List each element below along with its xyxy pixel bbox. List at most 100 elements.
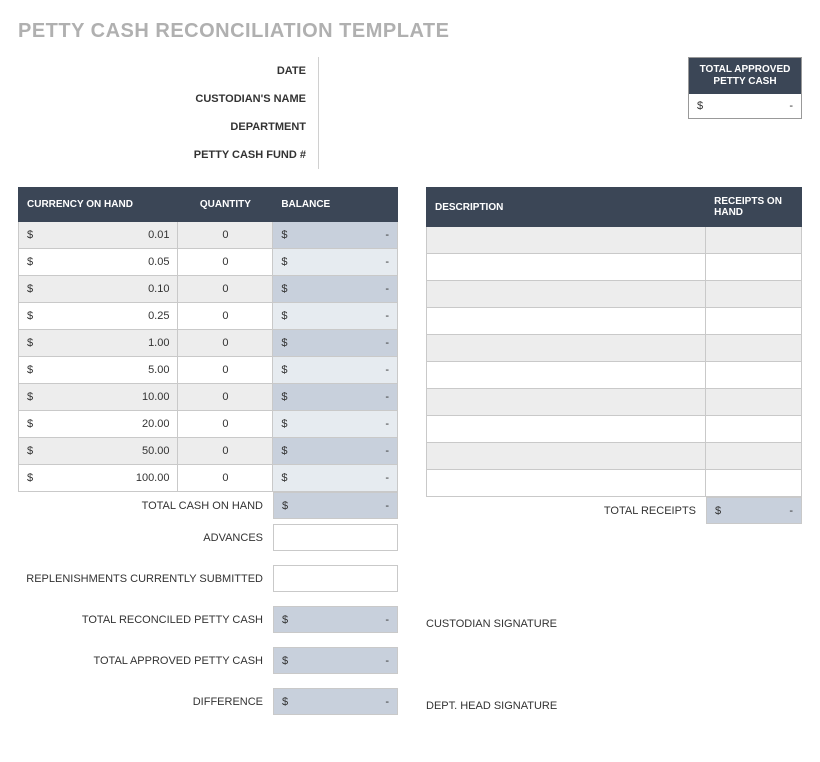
reconciled-row: TOTAL RECONCILED PETTY CASH $ - [18, 606, 398, 633]
custodian-label: CUSTODIAN'S NAME [18, 93, 318, 105]
currency-qty[interactable]: 0 [178, 384, 273, 411]
receipt-description[interactable] [427, 416, 706, 443]
receipt-amount[interactable] [706, 443, 802, 470]
meta-block: DATE CUSTODIAN'S NAME DEPARTMENT PETTY C… [18, 57, 428, 169]
receipt-amount[interactable] [706, 281, 802, 308]
table-row [427, 254, 802, 281]
total-receipts-label: TOTAL RECEIPTS [604, 505, 706, 517]
currency-balance: $- [273, 330, 398, 357]
currency-denom: $0.05 [19, 249, 178, 276]
replenishments-row: REPLENISHMENTS CURRENTLY SUBMITTED [18, 565, 398, 592]
receipt-description[interactable] [427, 254, 706, 281]
currency-qty[interactable]: 0 [178, 249, 273, 276]
advances-input[interactable] [273, 524, 398, 551]
currency-balance: $- [273, 276, 398, 303]
total-cash-value: $ - [273, 492, 398, 519]
receipt-description[interactable] [427, 335, 706, 362]
table-row: $5.000$- [19, 357, 398, 384]
dept-head-signature-label: DEPT. HEAD SIGNATURE [426, 689, 802, 716]
date-label: DATE [18, 65, 318, 77]
top-area: DATE CUSTODIAN'S NAME DEPARTMENT PETTY C… [18, 57, 802, 169]
department-input[interactable] [318, 113, 428, 141]
table-row [427, 362, 802, 389]
currency-denom: $0.01 [19, 222, 178, 249]
receipt-amount[interactable] [706, 254, 802, 281]
currency-denom: $10.00 [19, 384, 178, 411]
total-cash-label: TOTAL CASH ON HAND [18, 500, 273, 512]
currency-balance: $- [273, 465, 398, 492]
table-row: $0.100$- [19, 276, 398, 303]
header-quantity: QUANTITY [178, 188, 273, 222]
receipt-description[interactable] [427, 443, 706, 470]
meta-row-date: DATE [18, 57, 428, 85]
currency-denom: $20.00 [19, 411, 178, 438]
reconciled-value: $ - [273, 606, 398, 633]
header-balance: BALANCE [273, 188, 398, 222]
approved-box-header: TOTAL APPROVED PETTY CASH [689, 58, 801, 94]
approved-value: $ - [273, 647, 398, 674]
custodian-input[interactable] [318, 85, 428, 113]
advances-row: ADVANCES [18, 524, 398, 551]
currency-qty[interactable]: 0 [178, 465, 273, 492]
table-row: $0.250$- [19, 303, 398, 330]
receipt-description[interactable] [427, 389, 706, 416]
approved-amount: - [789, 100, 793, 112]
difference-row: DIFFERENCE $ - [18, 688, 398, 715]
header-receipts: RECEIPTS ON HAND [706, 188, 802, 227]
receipt-description[interactable] [427, 362, 706, 389]
currency-balance: $- [273, 303, 398, 330]
receipt-amount[interactable] [706, 308, 802, 335]
date-input[interactable] [318, 57, 428, 85]
table-row [427, 227, 802, 254]
table-row [427, 389, 802, 416]
table-row: $50.000$- [19, 438, 398, 465]
currency-qty[interactable]: 0 [178, 303, 273, 330]
approved-box-value: $ - [689, 94, 801, 118]
department-label: DEPARTMENT [18, 121, 318, 133]
currency-denom: $1.00 [19, 330, 178, 357]
receipt-amount[interactable] [706, 416, 802, 443]
receipt-description[interactable] [427, 281, 706, 308]
difference-value: $ - [273, 688, 398, 715]
currency-balance: $- [273, 438, 398, 465]
receipt-amount[interactable] [706, 470, 802, 497]
advances-label: ADVANCES [18, 532, 273, 544]
currency-symbol: $ [697, 100, 703, 112]
approved-label: TOTAL APPROVED PETTY CASH [18, 655, 273, 667]
approved-box: TOTAL APPROVED PETTY CASH $ - [688, 57, 802, 119]
header-currency: CURRENCY ON HAND [19, 188, 178, 222]
table-row: $10.000$- [19, 384, 398, 411]
receipt-amount[interactable] [706, 362, 802, 389]
receipt-description[interactable] [427, 470, 706, 497]
currency-qty[interactable]: 0 [178, 438, 273, 465]
currency-denom: $100.00 [19, 465, 178, 492]
receipt-amount[interactable] [706, 227, 802, 254]
left-column: CURRENCY ON HAND QUANTITY BALANCE $0.010… [18, 187, 398, 524]
currency-qty[interactable]: 0 [178, 357, 273, 384]
currency-qty[interactable]: 0 [178, 276, 273, 303]
right-column: DESCRIPTION RECEIPTS ON HAND TOTAL RECEI… [426, 187, 802, 524]
currency-qty[interactable]: 0 [178, 411, 273, 438]
table-row: $0.010$- [19, 222, 398, 249]
approved-row: TOTAL APPROVED PETTY CASH $ - [18, 647, 398, 674]
currency-balance: $- [273, 249, 398, 276]
bottom-right: CUSTODIAN SIGNATURE DEPT. HEAD SIGNATURE [426, 524, 802, 716]
fund-label: PETTY CASH FUND # [18, 149, 318, 161]
currency-denom: $5.00 [19, 357, 178, 384]
currency-qty[interactable]: 0 [178, 222, 273, 249]
receipt-amount[interactable] [706, 335, 802, 362]
total-receipts-row: TOTAL RECEIPTS $ - [426, 497, 802, 524]
receipt-amount[interactable] [706, 389, 802, 416]
total-receipts-value: $ - [706, 497, 802, 524]
replenishments-input[interactable] [273, 565, 398, 592]
currency-balance: $- [273, 357, 398, 384]
bottom-left: ADVANCES REPLENISHMENTS CURRENTLY SUBMIT… [18, 524, 398, 716]
reconciled-label: TOTAL RECONCILED PETTY CASH [18, 614, 273, 626]
table-row [427, 416, 802, 443]
fund-input[interactable] [318, 141, 428, 169]
currency-qty[interactable]: 0 [178, 330, 273, 357]
receipt-description[interactable] [427, 227, 706, 254]
table-row [427, 470, 802, 497]
meta-row-custodian: CUSTODIAN'S NAME [18, 85, 428, 113]
receipt-description[interactable] [427, 308, 706, 335]
